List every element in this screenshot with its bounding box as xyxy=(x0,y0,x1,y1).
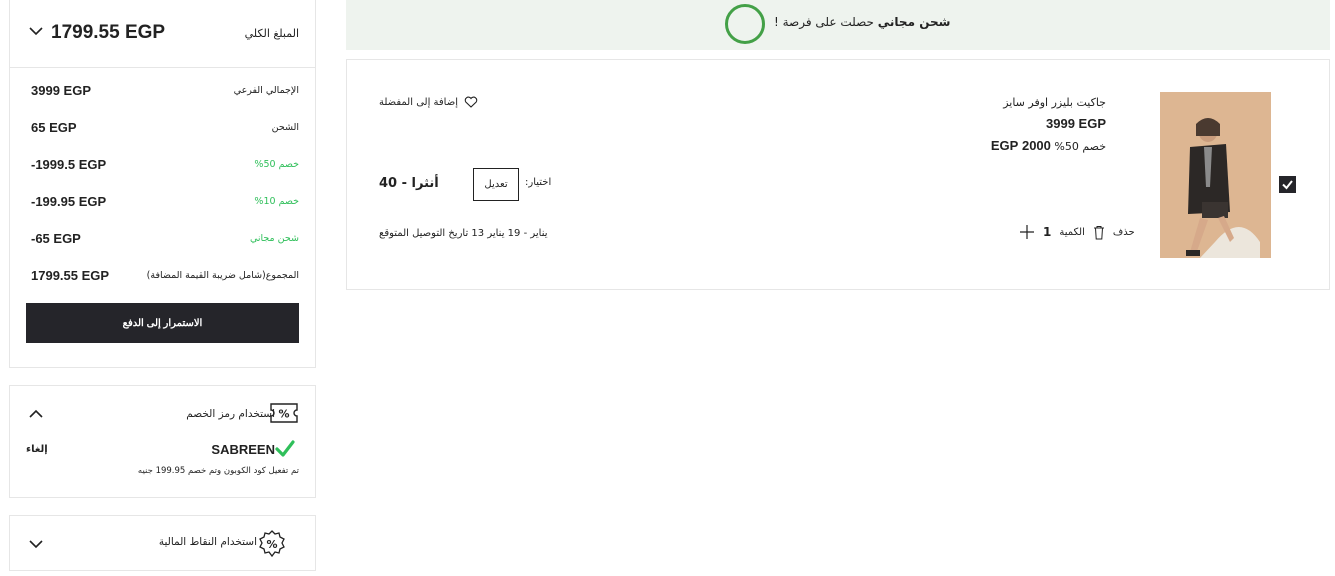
discounted-price: 2000 EGP xyxy=(990,138,1051,153)
summary-row-label: الشحن xyxy=(271,122,299,133)
summary-row-value: -65 EGP xyxy=(31,231,81,246)
total-label: المبلغ الكلي xyxy=(244,27,299,40)
quantity-label: الكمية xyxy=(1059,226,1085,238)
expected-delivery: يناير - 19 يناير 13 تاريخ التوصيل المتوق… xyxy=(379,228,548,239)
percent-badge-icon: % xyxy=(259,530,285,558)
continue-to-payment-button[interactable]: الاستمرار إلى الدفع xyxy=(26,303,299,343)
product-name[interactable]: جاكيت بليزر اوفر سايز xyxy=(1003,96,1106,109)
item-select-checkbox[interactable] xyxy=(1279,176,1296,193)
summary-header[interactable]: 1799.55 EGP المبلغ الكلي xyxy=(10,0,315,68)
points-title: استخدام النقاط المالية xyxy=(158,536,257,548)
chevron-up-icon[interactable] xyxy=(28,406,44,422)
coupon-card: استخدام رمز الخصم % SABREEN إلغاء تم تفع… xyxy=(9,385,316,498)
quantity-control: حذف الكمية 1 xyxy=(1019,222,1135,242)
chevron-down-icon[interactable] xyxy=(28,536,44,552)
free-shipping-banner: شحن مجاني حصلت على فرصة ! xyxy=(346,0,1330,50)
checkbox-check-icon xyxy=(1282,180,1293,190)
summary-row-value: -199.95 EGP xyxy=(31,194,107,209)
banner-bold: شحن مجاني xyxy=(877,15,951,29)
coupon-applied-note: تم تفعيل كود الكوبون وتم خصم 199.95 جنيه xyxy=(137,466,299,476)
product-discount: خصم 50% 2000 EGP xyxy=(985,138,1106,153)
edit-item-button[interactable]: تعديل xyxy=(473,168,519,201)
coupon-ticket-icon: % xyxy=(270,403,298,423)
selected-variant: أنثرا - 40 xyxy=(379,176,439,191)
delete-item-link[interactable]: حذف xyxy=(1113,227,1135,238)
heart-icon xyxy=(464,96,478,108)
coupon-title: استخدام رمز الخصم xyxy=(186,408,275,420)
variant-label: اختيار: xyxy=(525,177,552,188)
summary-row: -199.95 EGP خصم 10% xyxy=(10,194,315,214)
svg-text:%: % xyxy=(266,538,277,551)
summary-row-label: خصم 10% xyxy=(254,196,299,207)
product-image[interactable] xyxy=(1160,92,1271,258)
points-card[interactable]: استخدام النقاط المالية % xyxy=(9,515,316,571)
summary-row-value: -1999.5 EGP xyxy=(31,157,107,172)
total-amount: 1799.55 EGP xyxy=(51,22,166,43)
order-summary-card: 1799.55 EGP المبلغ الكلي 3999 EGP الإجما… xyxy=(9,0,316,368)
progress-ring xyxy=(725,4,765,44)
summary-row-value: 1799.55 EGP xyxy=(31,268,110,283)
svg-text:%: % xyxy=(278,408,289,421)
checkmark-icon xyxy=(275,440,295,457)
summary-row-value: 65 EGP xyxy=(31,120,77,135)
summary-row-value: 3999 EGP xyxy=(31,83,91,98)
plus-icon[interactable] xyxy=(1019,224,1035,240)
quantity-value: 1 xyxy=(1043,225,1052,239)
summary-row-label: الإجمالي الفرعي xyxy=(233,85,299,96)
add-to-wishlist-button[interactable]: إضافة إلى المفضلة xyxy=(379,96,478,108)
summary-row: -65 EGP شحن مجاني xyxy=(10,231,315,251)
summary-row-label: خصم 50% xyxy=(254,159,299,170)
summary-row-label: شحن مجاني xyxy=(249,233,299,244)
product-price: 3999 EGP xyxy=(1046,116,1106,131)
banner-message: شحن مجاني حصلت على فرصة ! xyxy=(774,15,950,29)
summary-row: 3999 EGP الإجمالي الفرعي xyxy=(10,83,315,103)
summary-row: -1999.5 EGP خصم 50% xyxy=(10,157,315,177)
summary-row: 1799.55 EGP المجموع(شامل ضريبة القيمة ال… xyxy=(10,268,315,288)
chevron-down-icon[interactable] xyxy=(28,23,44,39)
summary-row: 65 EGP الشحن xyxy=(10,120,315,140)
wishlist-label: إضافة إلى المفضلة xyxy=(379,96,458,108)
coupon-code: SABREEN xyxy=(211,442,275,457)
trash-icon[interactable] xyxy=(1093,225,1105,240)
summary-row-label: المجموع(شامل ضريبة القيمة المضافة) xyxy=(146,270,299,281)
discount-label: خصم 50% xyxy=(1054,140,1106,153)
cart-item-card: جاكيت بليزر اوفر سايز 3999 EGP خصم 50% 2… xyxy=(346,59,1330,290)
banner-text: حصلت على فرصة ! xyxy=(774,15,874,29)
coupon-cancel-link[interactable]: إلغاء xyxy=(26,444,48,455)
